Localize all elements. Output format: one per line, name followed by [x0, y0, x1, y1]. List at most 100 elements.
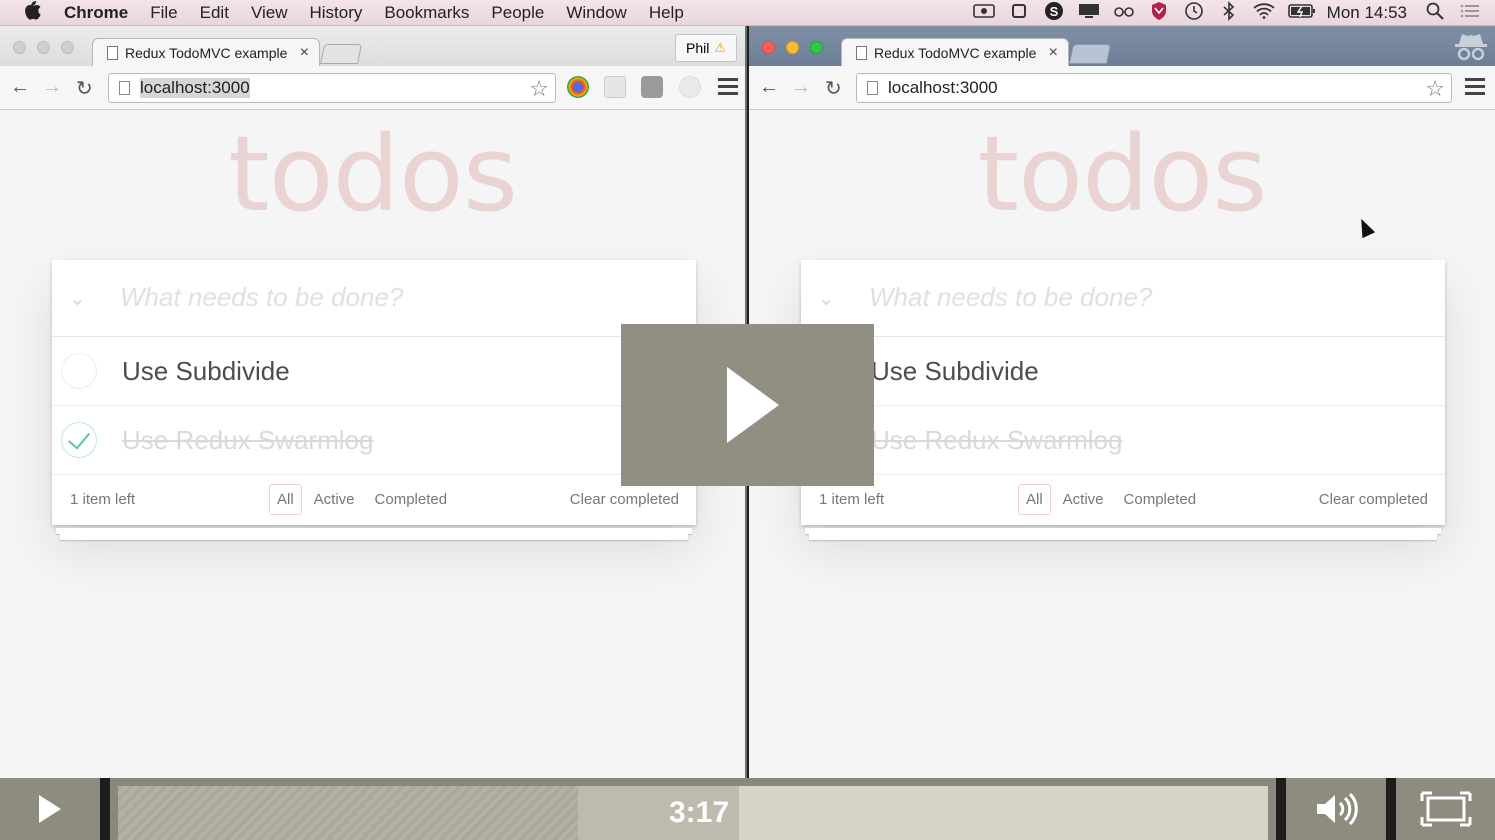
todo-item: Use Redux Swarmlog [52, 406, 696, 475]
todo-toggle-checkbox-checked[interactable] [61, 422, 97, 458]
todo-item: Use Redux Swarmlog [801, 406, 1445, 475]
tab-close-icon[interactable]: × [300, 44, 309, 62]
url-port: :3000 [207, 78, 250, 98]
forward-icon[interactable]: → [42, 76, 62, 99]
bluetooth-icon[interactable] [1218, 0, 1240, 26]
react-devtools-icon[interactable] [604, 76, 626, 98]
video-volume-button[interactable] [1286, 778, 1386, 840]
browser-tab[interactable]: Redux TodoMVC example × [92, 38, 320, 67]
warning-icon: ⚠ [714, 40, 726, 55]
close-window-button[interactable] [762, 41, 775, 54]
todo-toggle-checkbox[interactable] [61, 353, 97, 389]
close-window-button[interactable] [13, 41, 26, 54]
menu-people[interactable]: People [491, 3, 544, 23]
window-titlebar[interactable]: Redux TodoMVC example × [749, 26, 1495, 67]
todo-label[interactable]: Use Redux Swarmlog [871, 425, 1122, 456]
tab-title: Redux TodoMVC example [874, 45, 1037, 61]
minimize-window-button[interactable] [786, 41, 799, 54]
menu-file[interactable]: File [150, 3, 177, 23]
menubar-clock[interactable]: Mon 14:53 [1327, 3, 1407, 23]
spotlight-search-icon[interactable] [1424, 2, 1446, 25]
browser-toolbar: ← → ↻ localhost:3000 ☆ [749, 66, 1495, 110]
forward-icon[interactable]: → [791, 76, 811, 99]
back-icon[interactable]: ← [759, 76, 779, 99]
page-icon [856, 46, 867, 60]
menu-bookmarks[interactable]: Bookmarks [384, 3, 469, 23]
zoom-window-button[interactable] [810, 41, 823, 54]
menu-chrome[interactable]: Chrome [64, 3, 128, 23]
page-icon [107, 46, 118, 60]
redux-devtools-icon[interactable] [679, 76, 701, 98]
todo-label[interactable]: Use Subdivide [122, 356, 290, 387]
filter-completed-link[interactable]: Completed [367, 484, 456, 515]
window-titlebar[interactable]: Redux TodoMVC example × Phil ⚠ [0, 26, 745, 67]
todo-app-card: ⌄ Use Subdivide Use Redux Swarmlog 1 ite… [801, 260, 1445, 525]
filter-all-link[interactable]: All [269, 484, 302, 515]
items-left-count: 1 item left [819, 491, 885, 508]
chrome-menu-icon[interactable] [1465, 74, 1485, 98]
chrome-extension-icon[interactable] [567, 76, 589, 98]
display-icon[interactable] [1078, 3, 1100, 24]
play-icon [39, 795, 61, 823]
todo-label[interactable]: Use Subdivide [871, 356, 1039, 387]
video-played-fill [118, 786, 739, 840]
filter-all-link[interactable]: All [1018, 484, 1051, 515]
extension-icon[interactable] [641, 76, 663, 98]
notification-center-icon[interactable] [1459, 3, 1481, 24]
minimize-window-button[interactable] [37, 41, 50, 54]
clear-completed-button[interactable]: Clear completed [570, 491, 679, 508]
shield-icon[interactable] [1148, 1, 1170, 26]
video-progress-bar[interactable]: 3:17 [110, 778, 1276, 840]
svg-text:S: S [1049, 4, 1058, 19]
reload-icon[interactable]: ↻ [76, 76, 93, 101]
video-fullscreen-button[interactable] [1396, 778, 1495, 840]
todo-label[interactable]: Use Redux Swarmlog [122, 425, 373, 456]
window-traffic-lights [762, 41, 823, 54]
menu-help[interactable]: Help [649, 3, 684, 23]
filter-list: All Active Completed [1018, 484, 1204, 515]
filter-active-link[interactable]: Active [1055, 484, 1112, 515]
camera-record-icon[interactable] [972, 3, 995, 24]
address-bar[interactable]: localhost:3000 ☆ [108, 73, 556, 103]
menu-view[interactable]: View [251, 3, 288, 23]
bookmark-star-icon[interactable]: ☆ [529, 76, 549, 102]
url-host: localhost [140, 78, 208, 98]
video-big-play-button[interactable] [621, 324, 874, 486]
time-machine-icon[interactable] [1183, 1, 1205, 26]
new-todo-input[interactable] [869, 282, 1429, 313]
window-traffic-lights [13, 41, 74, 54]
reload-icon[interactable]: ↻ [825, 76, 842, 101]
new-tab-button[interactable] [1068, 44, 1112, 64]
battery-icon[interactable] [1287, 3, 1315, 24]
chrome-menu-icon[interactable] [718, 74, 738, 98]
menu-edit[interactable]: Edit [200, 3, 229, 23]
browser-tab[interactable]: Redux TodoMVC example × [841, 38, 1069, 67]
chevron-down-icon[interactable]: ⌄ [818, 286, 835, 311]
volume-icon [1317, 792, 1358, 826]
apple-menu-icon[interactable] [20, 0, 46, 25]
chevron-down-icon[interactable]: ⌄ [69, 286, 86, 311]
filter-list: All Active Completed [269, 484, 455, 515]
tab-close-icon[interactable]: × [1049, 44, 1058, 62]
window-square-icon[interactable] [1008, 3, 1030, 24]
glasses-icon[interactable] [1113, 4, 1135, 23]
card-stack-shadow [809, 534, 1437, 540]
new-tab-button[interactable] [319, 44, 363, 64]
skype-icon[interactable]: S [1043, 1, 1065, 26]
back-icon[interactable]: ← [10, 76, 30, 99]
address-bar[interactable]: localhost:3000 ☆ [856, 73, 1452, 103]
video-play-button[interactable] [0, 778, 100, 840]
new-todo-input[interactable] [120, 282, 680, 313]
filter-active-link[interactable]: Active [306, 484, 363, 515]
bookmark-star-icon[interactable]: ☆ [1425, 76, 1445, 102]
play-icon [726, 367, 779, 443]
todo-footer: 1 item left All Active Completed Clear c… [801, 475, 1445, 525]
zoom-window-button[interactable] [61, 41, 74, 54]
profile-button[interactable]: Phil ⚠ [674, 34, 737, 62]
menu-history[interactable]: History [309, 3, 362, 23]
menu-window[interactable]: Window [566, 3, 626, 23]
clear-completed-button[interactable]: Clear completed [1319, 491, 1428, 508]
filter-completed-link[interactable]: Completed [1116, 484, 1205, 515]
wifi-icon[interactable] [1253, 2, 1275, 24]
video-progress-track[interactable]: 3:17 [118, 786, 1268, 840]
